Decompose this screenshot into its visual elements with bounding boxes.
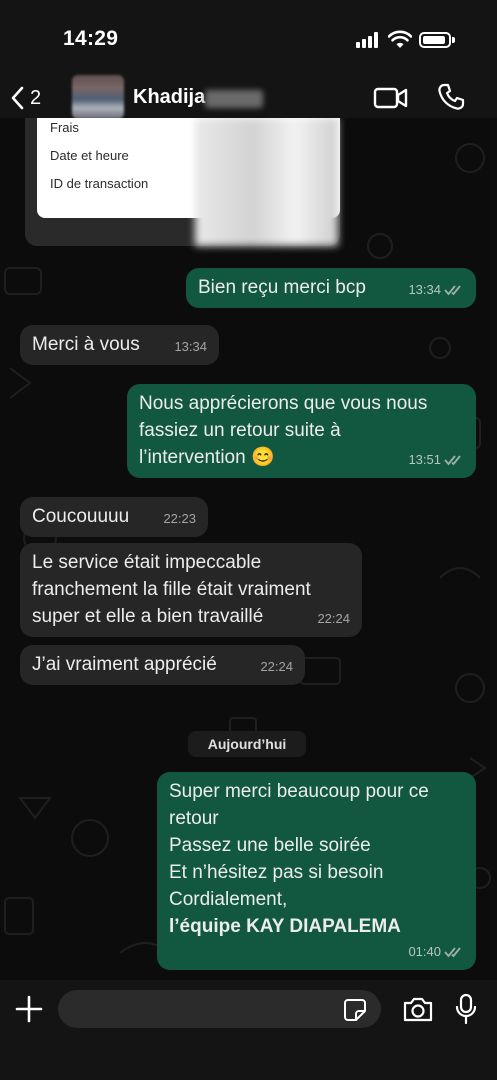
status-time: 14:29 xyxy=(63,27,119,50)
message-meta: 13:34 xyxy=(408,276,464,303)
message-meta: 13:51 xyxy=(408,446,464,473)
message-bubble-outgoing[interactable]: Super merci beaucoup pour ce retour Pass… xyxy=(157,772,476,970)
message-line: franchement la fille était vraiment xyxy=(32,579,311,600)
message-bubble-incoming[interactable]: Le service était impeccable franchement … xyxy=(20,543,362,637)
message-text: J’ai vraiment apprécié xyxy=(32,654,217,675)
battery-icon xyxy=(419,32,455,48)
status-bar: 14:29 xyxy=(0,0,497,78)
message-meta: 22:24 xyxy=(260,653,293,680)
receipt-row-transaction-id: ID de transaction xyxy=(50,176,149,191)
message-time: 13:51 xyxy=(408,452,441,467)
chevron-left-icon xyxy=(11,86,24,110)
message-line: Nous apprécierons que vous nous xyxy=(139,393,428,414)
message-bubble-outgoing[interactable]: Nous apprécierons que vous nous fassiez … xyxy=(127,384,476,478)
video-call-icon[interactable] xyxy=(373,84,409,112)
cellular-signal-icon xyxy=(356,32,382,48)
message-line: super et elle a bien travaillé xyxy=(32,606,264,627)
message-line: Passez une belle soirée xyxy=(169,835,371,856)
message-line: fassiez un retour suite à xyxy=(139,420,341,441)
message-line: Super merci beaucoup pour ce xyxy=(169,781,429,802)
message-time: 01:40 xyxy=(408,944,441,959)
message-meta: 13:34 xyxy=(174,333,207,360)
read-ticks-icon xyxy=(444,284,461,295)
composer-bar xyxy=(0,980,497,1080)
phone-call-icon[interactable] xyxy=(436,82,466,112)
message-line: Le service était impeccable xyxy=(32,552,262,573)
redacted-receipt-values xyxy=(195,118,338,246)
message-bubble-incoming[interactable]: J’ai vraiment apprécié 22:24 xyxy=(20,645,305,685)
message-meta: 22:23 xyxy=(163,505,196,532)
camera-icon[interactable] xyxy=(402,995,434,1023)
microphone-icon[interactable] xyxy=(455,993,477,1025)
message-time: 22:23 xyxy=(163,511,196,526)
message-text: Merci à vous xyxy=(32,334,140,355)
read-ticks-icon xyxy=(444,454,461,465)
message-time: 22:24 xyxy=(260,659,293,674)
message-time: 22:24 xyxy=(317,611,350,626)
message-text: Coucouuuu xyxy=(32,506,130,527)
back-button[interactable]: 2 xyxy=(10,81,50,115)
message-time: 13:34 xyxy=(174,339,207,354)
unread-count: 2 xyxy=(30,86,42,109)
redacted-name xyxy=(205,90,263,108)
avatar[interactable] xyxy=(72,75,124,119)
read-ticks-icon xyxy=(444,946,461,957)
message-line: retour xyxy=(169,808,219,829)
day-separator: Aujourd’hui xyxy=(188,731,306,757)
message-bubble-outgoing[interactable]: Bien reçu merci bcp 13:34 xyxy=(186,268,476,308)
plus-icon[interactable] xyxy=(14,994,44,1024)
message-time: 13:34 xyxy=(408,282,441,297)
message-signature: l’équipe KAY DIAPALEMA xyxy=(169,916,401,937)
message-bubble-incoming[interactable]: Merci à vous 13:34 xyxy=(20,325,219,365)
chat-area[interactable]: Frais Date et heure ID de transaction Bi… xyxy=(0,118,497,980)
message-line: Cordialement, xyxy=(169,889,288,910)
message-line: Et n’hésitez pas si besoin xyxy=(169,862,384,883)
sticker-icon[interactable] xyxy=(343,998,367,1022)
contact-name[interactable]: Khadija xyxy=(133,86,205,109)
wifi-icon xyxy=(388,30,412,48)
message-input[interactable] xyxy=(58,990,381,1028)
message-meta: 22:24 xyxy=(317,605,350,632)
receipt-image[interactable]: Frais Date et heure ID de transaction xyxy=(25,118,340,246)
receipt-row-fees: Frais xyxy=(50,120,79,135)
chat-header: 2 Khadija xyxy=(0,75,497,119)
message-meta: 01:40 xyxy=(408,938,464,965)
receipt-row-datetime: Date et heure xyxy=(50,148,129,163)
message-text: Bien reçu merci bcp xyxy=(198,277,366,298)
message-bubble-incoming[interactable]: Coucouuuu 22:23 xyxy=(20,497,208,537)
